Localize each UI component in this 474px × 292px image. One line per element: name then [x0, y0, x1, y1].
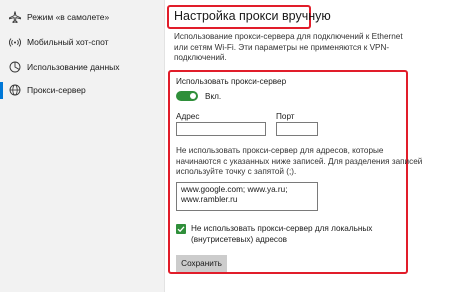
save-button[interactable]: Сохранить [176, 255, 227, 272]
description-line: подключений. [174, 53, 227, 63]
use-proxy-label: Использовать прокси-сервер [176, 77, 287, 86]
address-label: Адрес [176, 112, 200, 121]
sidebar-item-proxy[interactable]: Прокси-сервер [0, 79, 164, 101]
exceptions-line: www.google.com; www.ya.ru; [181, 185, 288, 194]
local-bypass-line: (внутрисетевых) адресов [191, 234, 288, 244]
checkmark-icon [177, 226, 185, 233]
sidebar-item-label: Мобильный хот-спот [27, 37, 109, 47]
active-indicator [0, 82, 3, 99]
port-input[interactable] [276, 122, 318, 136]
sidebar-item-data-usage[interactable]: Использование данных [0, 56, 164, 78]
exceptions-line: www.rambler.ru [181, 195, 238, 204]
description-line: Использование прокси-сервера для подключ… [174, 32, 403, 41]
sidebar-item-mobile-hotspot[interactable]: Мобильный хот-спот [0, 31, 164, 53]
local-bypass-checkbox[interactable] [176, 224, 186, 234]
sidebar-divider [164, 0, 165, 292]
local-bypass-line: Не использовать прокси-сервер для локаль… [191, 224, 373, 233]
hint-line: начинаются с указанных ниже записей. Для… [176, 156, 423, 166]
globe-icon [9, 84, 21, 96]
toggle-knob [190, 93, 196, 99]
sidebar-item-label: Прокси-сервер [27, 85, 86, 95]
toggle-state-label: Вкл. [205, 92, 222, 101]
address-input[interactable] [176, 122, 266, 136]
port-label: Порт [276, 112, 295, 121]
local-bypass-label: Не использовать прокси-сервер для локаль… [191, 224, 372, 245]
sidebar-item-label: Режим «в самолете» [27, 12, 110, 22]
hint-line: Не использовать прокси-сервер для адресо… [176, 146, 384, 155]
sidebar-item-airplane-mode[interactable]: Режим «в самолете» [0, 6, 164, 28]
airplane-icon [9, 11, 21, 23]
use-proxy-toggle[interactable] [176, 91, 198, 101]
exceptions-hint: Не использовать прокси-сервер для адресо… [176, 146, 423, 178]
sidebar: Режим «в самолете» Мобильный хот-спот Ис… [0, 0, 164, 292]
hotspot-icon [9, 38, 21, 47]
data-usage-icon [9, 61, 21, 73]
page-title: Настройка прокси вручную [174, 9, 331, 23]
sidebar-item-label: Использование данных [27, 62, 120, 72]
exceptions-input[interactable]: www.google.com; www.ya.ru; www.rambler.r… [176, 182, 318, 211]
description-line: или сетям Wi-Fi. Эти параметры не примен… [174, 42, 390, 52]
hint-line: используйте точку с запятой (;). [176, 167, 297, 177]
page-description: Использование прокси-сервера для подключ… [174, 32, 410, 64]
